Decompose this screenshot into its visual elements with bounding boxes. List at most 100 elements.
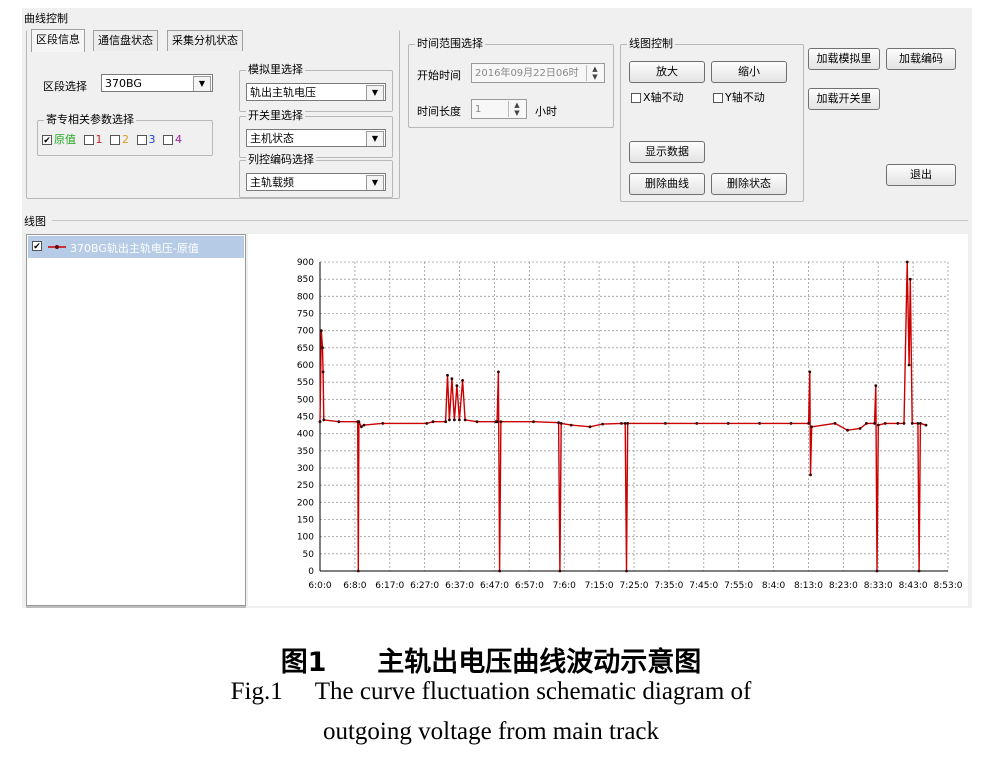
- checkbox-checked-icon[interactable]: ✔: [42, 135, 52, 146]
- data-point: [455, 384, 459, 387]
- time-length-unit: 小时: [535, 105, 557, 118]
- data-point: [883, 422, 887, 425]
- checkbox-icon[interactable]: [713, 93, 723, 103]
- tab-collector-status[interactable]: 采集分机状态: [167, 30, 243, 51]
- y-tick-label: 800: [297, 292, 314, 302]
- y-tick-label: 900: [297, 258, 314, 268]
- legend-item-label: 370BG轨出主轨电压-原值: [70, 242, 199, 255]
- x-tick-label: 7:6:0: [553, 581, 577, 591]
- start-time-input[interactable]: 2016年09月22日06时 ▲ ▼: [471, 63, 605, 83]
- y-tick-label: 300: [297, 464, 314, 474]
- show-data-button[interactable]: 显示数据: [629, 141, 705, 163]
- figure-number-cn: 图1: [280, 647, 327, 678]
- data-point: [475, 420, 479, 424]
- param-option-4[interactable]: 4: [163, 133, 182, 146]
- x-tick-label: 8:13:0: [794, 581, 823, 591]
- data-point: [453, 418, 456, 422]
- section-select-value: 370BG: [105, 77, 142, 90]
- x-lock-checkbox[interactable]: X轴不动: [631, 89, 684, 105]
- y-tick-label: 600: [297, 361, 314, 371]
- data-point: [907, 363, 911, 367]
- exit-button[interactable]: 退出: [886, 164, 956, 186]
- checkbox-icon[interactable]: [136, 135, 147, 145]
- spin-arrows-icon[interactable]: ▲ ▼: [508, 101, 525, 117]
- param-option-1[interactable]: 1: [83, 133, 103, 146]
- legend-scrollbar[interactable]: [26, 606, 246, 608]
- section-select-label: 区段选择: [43, 80, 87, 93]
- checkbox-icon[interactable]: [83, 135, 94, 145]
- checkbox-checked-icon[interactable]: ✔: [32, 241, 42, 252]
- tab-section-info[interactable]: 区段信息: [31, 29, 85, 52]
- time-range-group: 时间范围选择 开始时间 2016年09月22日06时 ▲ ▼ 时间长度 1 ▲ ▼ …: [408, 37, 614, 128]
- data-point: [322, 418, 326, 422]
- x-tick-label: 7:25:0: [620, 581, 649, 591]
- time-range-title: 时间范围选择: [415, 37, 485, 51]
- data-point: [446, 373, 449, 377]
- zoom-out-button[interactable]: 缩小: [711, 61, 787, 83]
- chevron-down-icon[interactable]: ▼: [366, 175, 384, 190]
- code-select[interactable]: 主轨载频 ▼: [246, 173, 386, 191]
- delete-curve-button[interactable]: 删除曲线: [629, 173, 705, 195]
- y-tick-label: 100: [297, 533, 314, 543]
- x-tick-label: 6:57:0: [515, 581, 544, 591]
- analog-group-title: 模拟里选择: [246, 63, 305, 77]
- data-point: [620, 422, 623, 425]
- figure-title-cn: 主轨出电压曲线波动示意图: [377, 647, 702, 678]
- checkbox-icon[interactable]: [110, 135, 120, 145]
- x-tick-label: 8:4:0: [762, 581, 786, 591]
- checkbox-icon[interactable]: [163, 135, 173, 145]
- start-time-value: 2016年09月22日06时: [475, 68, 579, 79]
- zoom-in-button[interactable]: 放大: [629, 61, 705, 83]
- delete-state-button[interactable]: 删除状态: [711, 173, 787, 195]
- figure-title-en-2: outgoing voltage from main track: [322, 718, 660, 745]
- legend-item[interactable]: ✔ 370BG轨出主轨电压-原值: [28, 236, 244, 258]
- data-point: [425, 422, 429, 425]
- time-length-label: 时间长度: [417, 105, 461, 118]
- data-point: [726, 422, 730, 425]
- code-group: 列控编码选择 主轨载频 ▼: [239, 153, 393, 198]
- data-point: [559, 422, 563, 425]
- data-point: [625, 569, 628, 573]
- y-tick-label: 650: [297, 344, 314, 354]
- param-option-original[interactable]: ✔ 原值: [42, 133, 76, 146]
- section-select[interactable]: 370BG ▼: [101, 74, 213, 92]
- x-tick-label: 7:55:0: [724, 581, 753, 591]
- x-tick-label: 7:35:0: [654, 581, 683, 591]
- chevron-down-icon[interactable]: ▼: [193, 76, 211, 91]
- data-point: [896, 422, 900, 425]
- chevron-down-icon[interactable]: ▼: [366, 131, 384, 146]
- analog-group: 模拟里选择 轨出主轨电压 ▼: [239, 63, 393, 112]
- x-tick-label: 6:27:0: [410, 581, 439, 591]
- param-option-3[interactable]: 3: [136, 133, 156, 146]
- param-option-2[interactable]: 2: [110, 133, 129, 146]
- time-length-input[interactable]: 1 ▲ ▼: [471, 99, 527, 119]
- load-switch-button[interactable]: 加载开关里: [808, 88, 880, 110]
- param-option-label: 原值: [54, 133, 76, 146]
- window-title: 曲线控制: [24, 12, 68, 25]
- y-tick-label: 350: [297, 447, 314, 457]
- chevron-down-icon[interactable]: ▼: [366, 85, 384, 100]
- y-tick-label: 750: [297, 310, 314, 320]
- data-point: [807, 422, 810, 425]
- checkbox-icon[interactable]: [631, 93, 641, 103]
- start-time-label: 开始时间: [417, 69, 461, 82]
- load-code-button[interactable]: 加载编码: [886, 48, 956, 70]
- time-length-value: 1: [475, 104, 482, 115]
- analog-select[interactable]: 轨出主轨电压 ▼: [246, 83, 386, 101]
- figure-caption-chinese: 图1 主轨出电压曲线波动示意图: [0, 640, 982, 679]
- spin-arrows-icon[interactable]: ▲ ▼: [586, 65, 603, 81]
- data-point: [381, 422, 385, 425]
- data-point: [532, 420, 535, 424]
- data-point: [337, 420, 341, 424]
- param-option-label: 2: [122, 133, 129, 146]
- switch-select[interactable]: 主机状态 ▼: [246, 129, 386, 147]
- data-point: [495, 420, 499, 424]
- data-point: [833, 422, 837, 425]
- data-point: [321, 346, 324, 350]
- data-point: [463, 418, 467, 422]
- load-analog-button[interactable]: 加载模拟里: [808, 48, 880, 70]
- x-tick-label: 8:43:0: [899, 581, 928, 591]
- y-lock-checkbox[interactable]: Y轴不动: [713, 89, 765, 105]
- tab-comm-disk-status[interactable]: 通信盘状态: [93, 30, 158, 51]
- y-lock-label: Y轴不动: [725, 91, 765, 104]
